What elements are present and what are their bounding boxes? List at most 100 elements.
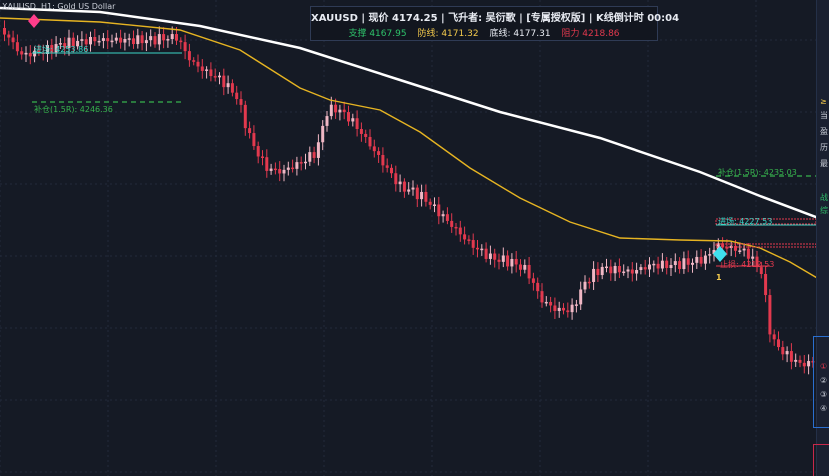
side-item-3: 历 bbox=[820, 143, 828, 152]
candle-body bbox=[798, 359, 802, 363]
price-chart[interactable]: XAUUSD, H1: Gold US Dollar XAUUSD | 现价 4… bbox=[0, 0, 829, 476]
candle-body bbox=[132, 38, 135, 45]
candle-body bbox=[28, 52, 32, 57]
candle-body bbox=[123, 38, 127, 43]
candle-body bbox=[742, 248, 746, 251]
candle-body bbox=[11, 37, 15, 43]
add-label-left: 补仓(1.5R): 4246.36 bbox=[34, 105, 113, 114]
candle-body bbox=[454, 226, 458, 229]
candle-body bbox=[703, 255, 707, 264]
candle-body bbox=[385, 165, 389, 168]
side-item-2: 盈 bbox=[820, 127, 828, 136]
candle-body bbox=[325, 116, 329, 126]
candle-body bbox=[144, 40, 148, 44]
candle-body bbox=[15, 42, 19, 52]
candle-body bbox=[218, 75, 221, 78]
candle-body bbox=[794, 359, 798, 362]
candle-body bbox=[789, 351, 793, 362]
candle-body bbox=[514, 258, 518, 265]
candle-body bbox=[441, 214, 445, 217]
candle-body bbox=[265, 157, 269, 171]
candle-body bbox=[484, 248, 488, 259]
candle-body bbox=[493, 253, 497, 260]
candle-body bbox=[660, 260, 664, 269]
candle-body bbox=[338, 109, 342, 113]
candle-body bbox=[101, 38, 105, 41]
entry-label-left: 进场: 4253.86 bbox=[34, 45, 89, 54]
candle-body bbox=[329, 104, 333, 117]
candle-body bbox=[209, 69, 213, 77]
candle-body bbox=[587, 281, 591, 284]
candlestick-plot[interactable] bbox=[0, 0, 829, 476]
candle-body bbox=[243, 104, 247, 129]
side-item-4: 最 bbox=[820, 159, 828, 168]
candle-body bbox=[605, 266, 608, 269]
candle-body bbox=[248, 128, 252, 134]
candle-body bbox=[531, 278, 535, 283]
candle-body bbox=[463, 234, 467, 240]
candle-body bbox=[364, 133, 368, 137]
candle-body bbox=[544, 301, 548, 304]
candle-body bbox=[772, 334, 776, 340]
candle-body bbox=[252, 133, 256, 147]
side-item-7: ① bbox=[820, 362, 828, 371]
candle-body bbox=[445, 214, 449, 221]
candle-body bbox=[157, 34, 161, 45]
defense-label: 防线: 4171.32 bbox=[417, 29, 479, 39]
candle-body bbox=[316, 142, 320, 158]
candle-body bbox=[617, 265, 621, 273]
candle-body bbox=[377, 151, 381, 155]
side-item-6: 综 bbox=[820, 206, 828, 215]
candle-body bbox=[149, 36, 153, 41]
candle-body bbox=[351, 118, 355, 122]
candle-body bbox=[269, 168, 273, 171]
candle-body bbox=[437, 204, 441, 217]
candle-body bbox=[781, 347, 785, 355]
candle-body bbox=[196, 61, 200, 67]
candle-body bbox=[785, 351, 789, 355]
candle-body bbox=[476, 247, 479, 250]
candle-body bbox=[140, 35, 144, 44]
candle-body bbox=[162, 34, 166, 41]
candle-body bbox=[291, 167, 295, 170]
candle-body bbox=[458, 227, 462, 235]
candle-body bbox=[510, 258, 514, 267]
candle-body bbox=[381, 154, 385, 166]
candle-body bbox=[114, 37, 118, 41]
candle-body bbox=[600, 266, 604, 276]
side-item-9: ③ bbox=[820, 390, 828, 399]
candle-body bbox=[282, 169, 286, 174]
candle-body bbox=[764, 273, 768, 296]
candle-body bbox=[390, 167, 393, 174]
candle-body bbox=[321, 125, 325, 143]
resistance-label: 阻力 4218.86 bbox=[561, 29, 620, 39]
candle-body bbox=[402, 181, 406, 192]
candle-body bbox=[648, 264, 651, 270]
candle-body bbox=[170, 34, 174, 40]
candle-body bbox=[553, 305, 557, 312]
candle-body bbox=[613, 265, 617, 274]
candle-body bbox=[557, 307, 561, 312]
candle-body bbox=[295, 162, 299, 169]
candle-body bbox=[7, 34, 11, 38]
candle-body bbox=[428, 201, 432, 205]
candle-body bbox=[359, 128, 363, 134]
candle-body bbox=[480, 248, 484, 251]
candle-body bbox=[682, 258, 686, 270]
side-item-10: ④ bbox=[820, 404, 828, 413]
candle-body bbox=[3, 28, 6, 35]
candle-body bbox=[639, 267, 643, 271]
candle-body bbox=[127, 38, 131, 40]
symbol-label: XAUUSD, H1: Gold US Dollar bbox=[2, 2, 116, 11]
candle-body bbox=[562, 307, 565, 311]
candle-body bbox=[549, 301, 553, 306]
candle-body bbox=[665, 260, 669, 269]
candle-body bbox=[308, 152, 312, 162]
candle-body bbox=[407, 189, 411, 192]
candle-body bbox=[424, 191, 428, 202]
candle-body bbox=[686, 258, 690, 265]
candle-body bbox=[807, 361, 811, 367]
candle-body bbox=[506, 255, 510, 267]
candle-body bbox=[398, 181, 402, 185]
candle-body bbox=[433, 204, 436, 206]
